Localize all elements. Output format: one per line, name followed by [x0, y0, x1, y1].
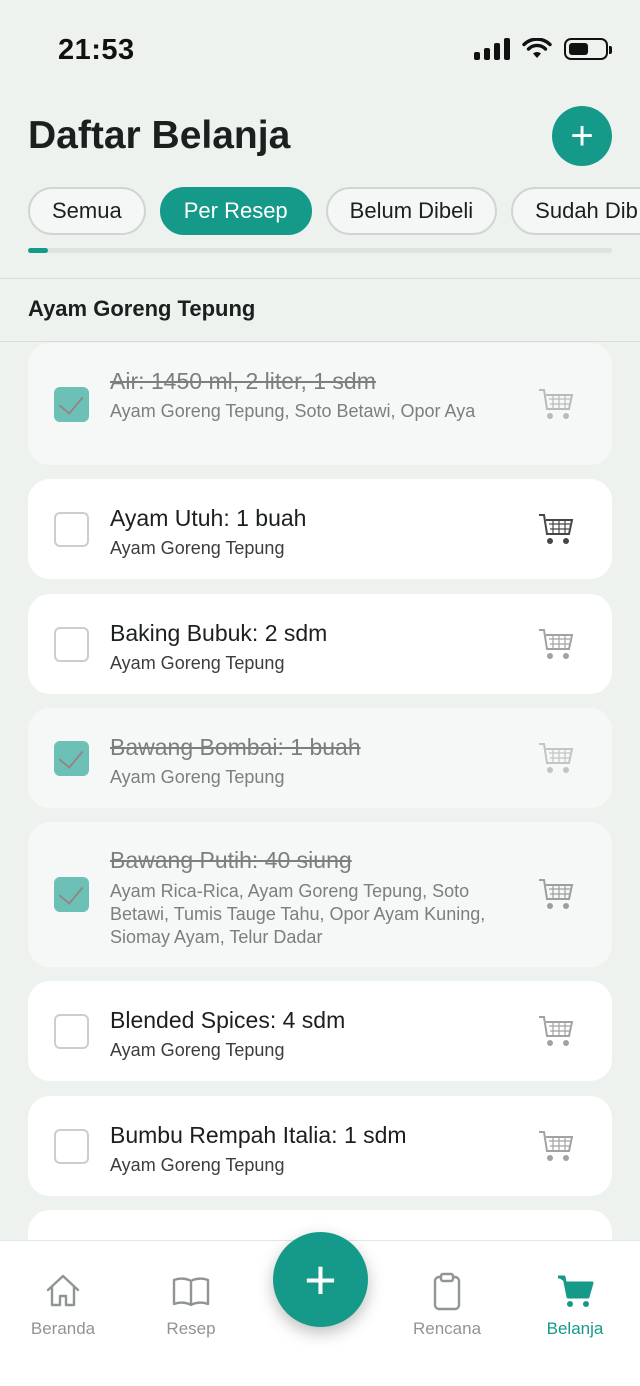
chip-per-resep[interactable]: Per Resep	[159, 187, 312, 235]
status-time: 21:53	[58, 34, 135, 66]
cart-icon[interactable]	[538, 1129, 574, 1163]
list-item[interactable]: Bumbu Rempah Italia: 1 sdm Ayam Goreng T…	[28, 1096, 612, 1196]
status-icons	[474, 38, 612, 60]
item-title: Baking Bubuk: 2 sdm	[110, 620, 328, 646]
nav-label: Beranda	[30, 1319, 96, 1338]
chip-semua[interactable]: Semua	[28, 187, 146, 235]
home-icon	[46, 1274, 80, 1307]
add-fab-button[interactable]: +	[273, 1232, 368, 1327]
book-icon	[172, 1277, 210, 1307]
item-checkbox[interactable]	[54, 877, 89, 912]
list-item[interactable]: Air: 1450 ml, 2 liter, 1 sdm Ayam Goreng…	[28, 343, 612, 465]
list-item[interactable]: Baking Bubuk: 2 sdm Ayam Goreng Tepung	[28, 594, 612, 694]
list-item[interactable]: Bawang Bombai: 1 buah Ayam Goreng Tepung	[28, 708, 612, 808]
chip-sudah-dibeli[interactable]: Sudah Dib	[511, 187, 640, 235]
nav-label: Rencana	[412, 1319, 482, 1338]
list-item[interactable]: Ayam Utuh: 1 buah Ayam Goreng Tepung	[28, 479, 612, 579]
item-subtitle: Ayam Goreng Tepung	[110, 653, 285, 673]
status-bar: 21:53	[0, 0, 640, 100]
item-subtitle: Ayam Goreng Tepung	[110, 1040, 285, 1060]
cart-icon[interactable]	[538, 627, 574, 661]
item-checkbox[interactable]	[54, 741, 89, 776]
item-title: Blended Spices: 4 sdm	[110, 1007, 346, 1033]
item-title: Ayam Utuh: 1 buah	[110, 505, 307, 531]
nav-label: Resep	[166, 1319, 216, 1338]
item-checkbox[interactable]	[54, 512, 89, 547]
list-item[interactable]: Bawang Putih: 40 siung Ayam Rica-Rica, A…	[28, 822, 612, 967]
item-checkbox[interactable]	[54, 1129, 89, 1164]
chip-scroll-thumb	[28, 248, 48, 253]
item-subtitle: Ayam Goreng Tepung	[110, 538, 285, 558]
chip-scroll-indicator	[28, 248, 612, 253]
page-title: Daftar Belanja	[28, 114, 291, 157]
item-title: Air: 1450 ml, 2 liter, 1 sdm	[110, 368, 376, 394]
wifi-icon	[522, 38, 552, 58]
item-subtitle: Ayam Rica-Rica, Ayam Goreng Tepung, Soto…	[110, 881, 486, 947]
divider	[0, 341, 640, 342]
item-subtitle: Ayam Goreng Tepung, Soto Betawi, Opor Ay…	[110, 401, 476, 421]
filter-chips: Semua Per Resep Belum Dibeli Sudah Dib	[28, 187, 640, 235]
add-item-button[interactable]: +	[552, 106, 612, 166]
item-checkbox[interactable]	[54, 1014, 89, 1049]
signal-icon	[474, 38, 510, 60]
nav-item-beranda[interactable]: Beranda	[8, 1271, 118, 1339]
battery-icon	[564, 38, 612, 60]
nav-item-resep[interactable]: Resep	[136, 1271, 246, 1339]
cart-icon[interactable]	[538, 387, 574, 421]
cart-icon[interactable]	[538, 1014, 574, 1048]
item-title: Bumbu Rempah Italia: 1 sdm	[110, 1122, 407, 1148]
nav-item-belanja[interactable]: Belanja	[520, 1271, 630, 1339]
list-item[interactable]: Blended Spices: 4 sdm Ayam Goreng Tepung	[28, 981, 612, 1081]
nav-label: Belanja	[546, 1319, 604, 1338]
chip-belum-dibeli[interactable]: Belum Dibeli	[325, 187, 498, 235]
item-title: Bawang Bombai: 1 buah	[110, 734, 361, 760]
plus-icon: +	[570, 114, 594, 158]
cart-icon[interactable]	[538, 512, 574, 546]
cart-icon	[558, 1275, 594, 1307]
item-title: Bawang Putih: 40 siung	[110, 847, 352, 873]
section-title: Ayam Goreng Tepung	[28, 296, 256, 321]
cart-icon[interactable]	[538, 877, 574, 911]
cart-icon[interactable]	[538, 741, 574, 775]
divider	[0, 278, 640, 279]
plus-icon: +	[304, 1247, 337, 1311]
item-subtitle: Ayam Goreng Tepung	[110, 767, 285, 787]
item-checkbox[interactable]	[54, 627, 89, 662]
item-checkbox[interactable]	[54, 387, 89, 422]
nav-item-rencana[interactable]: Rencana	[392, 1271, 502, 1339]
item-subtitle: Ayam Goreng Tepung	[110, 1155, 285, 1175]
clipboard-icon	[433, 1272, 461, 1311]
